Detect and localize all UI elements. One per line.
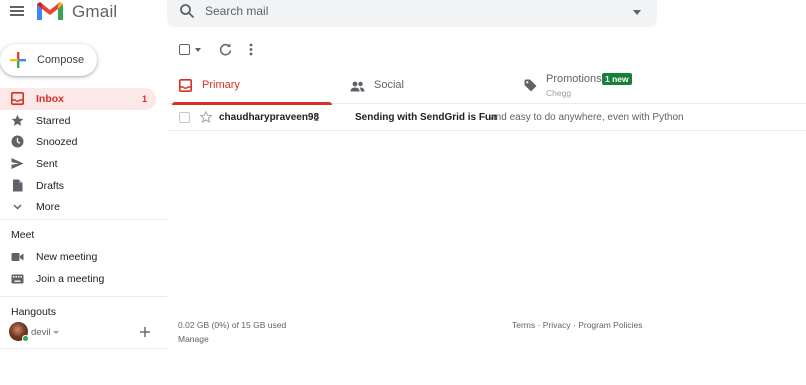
sidebar-item-sent[interactable]: Sent: [0, 153, 156, 175]
join-meeting-label: Join a meeting: [36, 273, 105, 285]
chevron-down-icon: [13, 204, 22, 210]
join-meeting-button[interactable]: Join a meeting: [0, 268, 156, 290]
meet-section-title: Meet: [11, 229, 35, 241]
tab-social-label: Social: [374, 79, 404, 91]
tab-social[interactable]: Social: [347, 66, 507, 104]
tag-icon: [524, 79, 537, 92]
sidebar-item-drafts[interactable]: Drafts: [0, 175, 156, 197]
search-input[interactable]: [205, 4, 605, 18]
select-options-chevron-down-icon[interactable]: [195, 48, 201, 52]
sidebar-divider: [0, 296, 167, 297]
email-thread-count: 2: [314, 113, 320, 123]
video-camera-icon: [11, 253, 24, 261]
hangouts-section-title: Hangouts: [11, 306, 56, 318]
sidebar-item-label: Sent: [36, 157, 58, 170]
email-select-checkbox[interactable]: [179, 112, 190, 123]
sidebar-item-inbox[interactable]: Inbox 1: [0, 88, 156, 110]
search-bar: [167, 0, 657, 27]
keyboard-icon: [11, 274, 24, 284]
inbox-icon: [179, 79, 192, 92]
tab-promotions[interactable]: Promotions 1 new Chegg: [522, 66, 722, 104]
sidebar-nav: Inbox 1 Starred Snoozed Sent Drafts More: [0, 88, 156, 218]
footer-separator: ·: [572, 320, 576, 330]
inbox-icon: [11, 92, 24, 105]
people-icon: [350, 81, 365, 92]
sidebar-item-snoozed[interactable]: Snoozed: [0, 131, 156, 153]
sidebar-divider: [0, 348, 167, 349]
email-sender: chaudharypraveen98: [219, 112, 320, 123]
online-status-dot: [22, 335, 29, 342]
add-hangout-plus-icon[interactable]: [139, 326, 151, 338]
email-snippet: - and easy to do anywhere, even with Pyt…: [484, 112, 684, 123]
email-subject: Sending with SendGrid is Fun: [355, 112, 498, 123]
star-outline-icon[interactable]: [200, 111, 212, 123]
tab-primary[interactable]: Primary: [172, 66, 332, 105]
terms-link[interactable]: Terms: [512, 320, 535, 330]
inbox-category-tabs: Primary Social Promotions 1 new Chegg: [167, 66, 806, 105]
star-icon: [11, 114, 24, 126]
inbox-unread-count: 1: [141, 93, 147, 104]
gmail-logo-icon[interactable]: [36, 0, 64, 22]
tab-promotions-sender: Chegg: [546, 88, 572, 98]
compose-label: Compose: [37, 54, 85, 66]
footer-links: Terms · Privacy · Program Policies: [512, 320, 642, 330]
new-meeting-label: New meeting: [36, 251, 98, 263]
table-row[interactable]: chaudharypraveen98 2 Sending with SendGr…: [167, 104, 806, 131]
new-meeting-button[interactable]: New meeting: [0, 246, 156, 268]
more-vertical-icon[interactable]: [249, 43, 253, 56]
tab-promotions-label: Promotions: [546, 73, 602, 85]
sidebar-item-label: Starred: [36, 114, 71, 127]
send-icon: [11, 158, 24, 170]
sidebar-item-label: Drafts: [36, 179, 65, 192]
app-logo-text[interactable]: Gmail: [72, 2, 117, 22]
sidebar-item-more[interactable]: More: [0, 196, 156, 218]
privacy-link[interactable]: Privacy: [543, 320, 571, 330]
sidebar-item-label: Snoozed: [36, 136, 78, 149]
search-icon[interactable]: [179, 3, 195, 19]
manage-storage-link[interactable]: Manage: [178, 334, 209, 344]
mail-toolbar: [167, 36, 806, 64]
new-count-badge: 1 new: [602, 73, 632, 85]
program-policies-link[interactable]: Program Policies: [578, 320, 642, 330]
hangouts-user-name: devil: [31, 327, 51, 338]
compose-plus-icon: [10, 52, 26, 68]
footer-separator: ·: [537, 320, 541, 330]
compose-button[interactable]: Compose: [0, 44, 97, 76]
sidebar-item-label: More: [36, 201, 60, 214]
chevron-down-icon: [53, 331, 59, 334]
sidebar-item-label: Inbox: [36, 92, 64, 105]
draft-icon: [13, 179, 23, 192]
select-all-checkbox[interactable]: [179, 44, 190, 55]
tab-primary-label: Primary: [202, 79, 240, 91]
sidebar-divider: [0, 219, 167, 220]
top-bar: Gmail: [0, 0, 806, 28]
refresh-icon[interactable]: [219, 43, 232, 56]
storage-usage: 0.02 GB (0%) of 15 GB used: [178, 320, 287, 330]
hangouts-user-menu[interactable]: devil: [9, 322, 129, 342]
main-menu-icon[interactable]: [9, 4, 25, 20]
search-options-chevron-down-icon[interactable]: [633, 10, 641, 15]
sidebar-item-starred[interactable]: Starred: [0, 110, 156, 132]
clock-icon: [11, 135, 24, 148]
